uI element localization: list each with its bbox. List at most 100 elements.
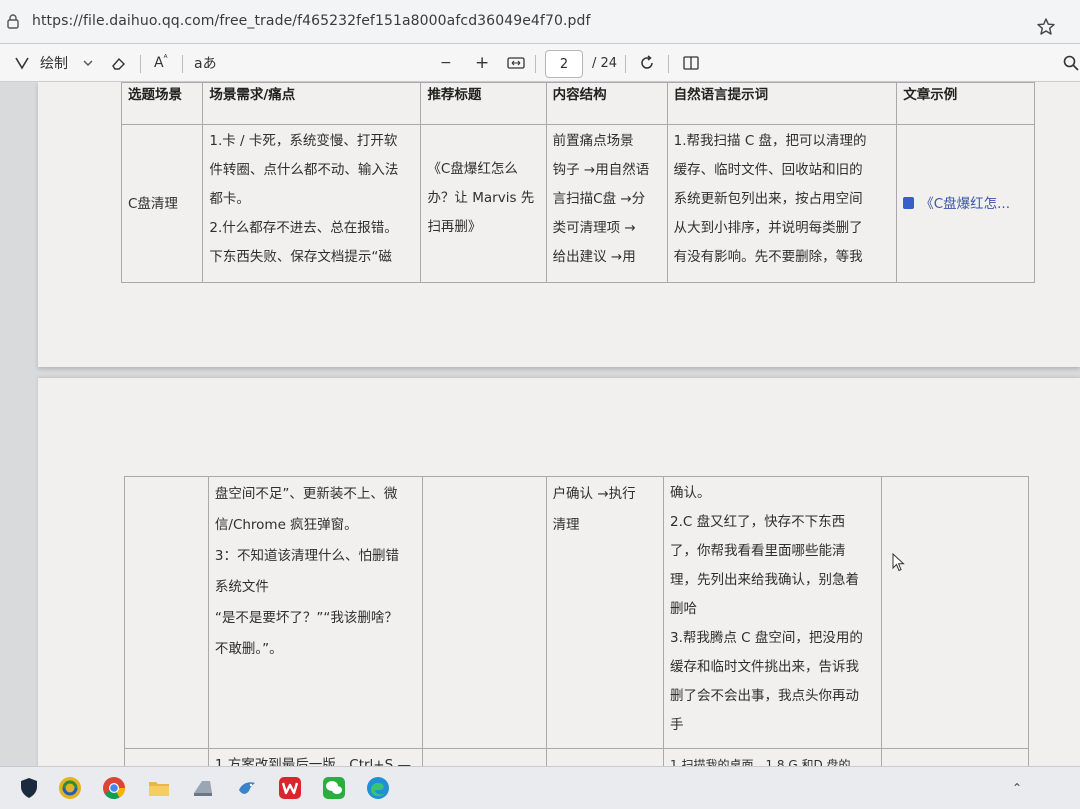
cell-need: 盘空间不足”、更新装不上、微 信/Chrome 疯狂弹窗。 3：不知道该清理什么… xyxy=(207,476,423,749)
read-aloud-tool[interactable]: aあ xyxy=(194,44,217,82)
eraser-icon xyxy=(112,57,125,70)
title-line: 办？让 Marvis 先 xyxy=(427,190,535,206)
draw-tool[interactable]: 绘制 xyxy=(14,44,94,82)
cell-example: 《C盘爆红怎... xyxy=(896,124,1035,283)
bird-app-icon[interactable] xyxy=(234,775,260,801)
document-icon xyxy=(903,197,915,209)
url-field[interactable]: https://file.daihuo.qq.com/free_trade/f4… xyxy=(32,13,591,29)
bookmark-star-icon[interactable] xyxy=(1036,17,1056,37)
text-size-tool[interactable]: A ᴬ xyxy=(154,44,167,82)
need-line: “是不是要坏了？”“我该删啥？ xyxy=(214,610,398,626)
scene-text: C盘清理 xyxy=(128,196,178,212)
taskbar: ⌃ xyxy=(0,766,1080,809)
cell-structure: 前置痛点场景 钩子 →用自然语 言扫描C盘 →分 类可清理项 → 给出建议 →用 xyxy=(545,124,668,283)
cell-need: 1.卡 / 卡死，系统变慢、打开软 件转圈、点什么都不动、输入法 都卡。 2.什… xyxy=(202,124,422,283)
example-doc-link[interactable]: 《C盘爆红怎... xyxy=(903,196,1010,212)
prompt-line: 1.帮我扫描 C 盘，把可以清理的 xyxy=(673,133,867,149)
zoom-in-label: + xyxy=(475,53,490,73)
structure-line: 言扫描C盘 →分 xyxy=(552,191,646,207)
search-button[interactable] xyxy=(1062,44,1080,82)
cell-scene: C盘清理 xyxy=(120,124,204,283)
fit-page-button[interactable] xyxy=(507,44,525,82)
text-tool-label: A xyxy=(154,55,164,71)
prompt-line: 从大到小排序，并说明每类删了 xyxy=(673,220,863,236)
structure-line: 户确认 →执行 xyxy=(552,486,636,502)
edge-icon[interactable] xyxy=(365,775,391,801)
need-line: 盘空间不足”、更新装不上、微 xyxy=(214,486,398,502)
chrome-icon[interactable] xyxy=(101,775,127,801)
need-line: 3：不知道该清理什么、怕删错 xyxy=(214,548,399,564)
prompt-line: 删了会不会出事，我点头你再动 xyxy=(670,688,860,704)
need-line: 都卡。 xyxy=(209,191,250,207)
swirl-app-icon[interactable] xyxy=(57,775,83,801)
system-tray-chevron[interactable]: ⌃ xyxy=(1012,781,1022,795)
cell-title xyxy=(421,476,547,749)
prompt-line: 2.C 盘又红了，快存不下东西 xyxy=(670,514,846,530)
browser-address-bar: https://file.daihuo.qq.com/free_trade/f4… xyxy=(0,0,1080,44)
prompt-line: 删哈 xyxy=(670,601,698,617)
table-row: C盘清理 1.卡 / 卡死，系统变慢、打开软 件转圈、点什么都不动、输入法 都卡… xyxy=(120,124,1035,283)
header-need: 场景需求/痛点 xyxy=(202,82,422,125)
need-line: 下东西失败、保存文档提示“磁 xyxy=(209,249,392,265)
cell-prompt: 确认。 2.C 盘又红了，快存不下东西 了，你帮我看看里面哪些能清 理，先列出来… xyxy=(663,476,883,749)
mouse-cursor-icon xyxy=(892,553,905,572)
header-scene: 选题场景 xyxy=(120,82,204,125)
header-title: 推荐标题 xyxy=(420,82,547,125)
content-table-page1: 选题场景 场景需求/痛点 推荐标题 内容结构 自然语言提示词 文章示例 C盘清理… xyxy=(120,82,1035,283)
zoom-in-button[interactable]: + xyxy=(475,44,489,82)
prompt-line: 3.帮我腾点 C 盘空间，把没用的 xyxy=(670,630,863,646)
table-row: 盘空间不足”、更新装不上、微 信/Chrome 疯狂弹窗。 3：不知道该清理什么… xyxy=(124,476,1029,749)
search-icon xyxy=(1063,55,1079,71)
wps-icon[interactable] xyxy=(277,775,303,801)
pdf-page-1: 选题场景 场景需求/痛点 推荐标题 内容结构 自然语言提示词 文章示例 C盘清理… xyxy=(38,82,1080,367)
prompt-line: 缓存和临时文件挑出来，告诉我 xyxy=(670,659,860,675)
read-aloud-label: aあ xyxy=(194,56,217,72)
page-view-button[interactable] xyxy=(682,44,700,82)
need-line: 2.什么都存不进去、总在报错。 xyxy=(209,220,398,236)
drive-app-icon[interactable] xyxy=(190,775,216,801)
pdf-page-2: 盘空间不足”、更新装不上、微 信/Chrome 疯狂弹窗。 3：不知道该清理什么… xyxy=(38,378,1080,789)
need-line: 信/Chrome 疯狂弹窗。 xyxy=(214,517,358,533)
prompt-line: 有没有影响。先不要删除，等我 xyxy=(673,249,863,265)
structure-line: 类可清理项 → xyxy=(552,220,636,236)
lock-icon xyxy=(7,14,19,29)
rotate-button[interactable] xyxy=(638,44,656,82)
prompt-line: 手 xyxy=(670,717,684,733)
title-line: 《C盘爆红怎么 xyxy=(427,161,518,177)
zoom-out-button[interactable]: − xyxy=(440,44,452,82)
page-number-input[interactable]: 2 xyxy=(545,50,583,78)
zoom-out-label: − xyxy=(440,55,452,71)
shield-icon[interactable] xyxy=(16,775,42,801)
page-view-icon xyxy=(683,56,699,70)
draw-icon xyxy=(15,57,29,70)
eraser-tool[interactable] xyxy=(110,44,128,82)
folder-icon[interactable] xyxy=(146,775,172,801)
cell-example xyxy=(881,476,1029,749)
structure-line: 钩子 →用自然语 xyxy=(552,162,650,178)
cell-prompt: 1.帮我扫描 C 盘，把可以清理的 缓存、临时文件、回收站和旧的 系统更新包列出… xyxy=(666,124,898,283)
content-table-page2: 盘空间不足”、更新装不上、微 信/Chrome 疯狂弹窗。 3：不知道该清理什么… xyxy=(124,476,1029,789)
structure-line: 前置痛点场景 xyxy=(552,133,634,149)
text-tool-superscript: ᴬ xyxy=(163,54,168,64)
need-line: 不敢删。”。 xyxy=(214,641,283,657)
prompt-line: 了，你帮我看看里面哪些能清 xyxy=(670,543,846,559)
cell-structure: 户确认 →执行 清理 xyxy=(545,476,665,749)
prompt-line: 系统更新包列出来，按占用空间 xyxy=(673,191,863,207)
draw-label: 绘制 xyxy=(40,56,68,72)
need-line: 系统文件 xyxy=(214,579,269,595)
prompt-line: 缓存、临时文件、回收站和旧的 xyxy=(673,162,863,178)
wechat-icon[interactable] xyxy=(321,775,347,801)
prompt-line: 确认。 xyxy=(670,485,711,501)
example-link-text: 《C盘爆红怎... xyxy=(920,196,1011,212)
structure-line: 清理 xyxy=(552,517,580,533)
total-pages: / 24 xyxy=(592,55,618,71)
header-structure: 内容结构 xyxy=(545,82,668,125)
table-header-row: 选题场景 场景需求/痛点 推荐标题 内容结构 自然语言提示词 文章示例 xyxy=(120,82,1035,125)
structure-line: 给出建议 →用 xyxy=(552,249,636,265)
cell-title: 《C盘爆红怎么 办？让 Marvis 先 扫再删》 xyxy=(420,124,547,283)
fit-page-icon xyxy=(507,57,525,69)
chevron-down-icon[interactable] xyxy=(82,57,94,69)
pdf-toolbar: 绘制 A ᴬ aあ − + 2 / 24 xyxy=(0,44,1080,82)
header-prompt: 自然语言提示词 xyxy=(666,82,898,125)
need-line: 件转圈、点什么都不动、输入法 xyxy=(209,162,399,178)
